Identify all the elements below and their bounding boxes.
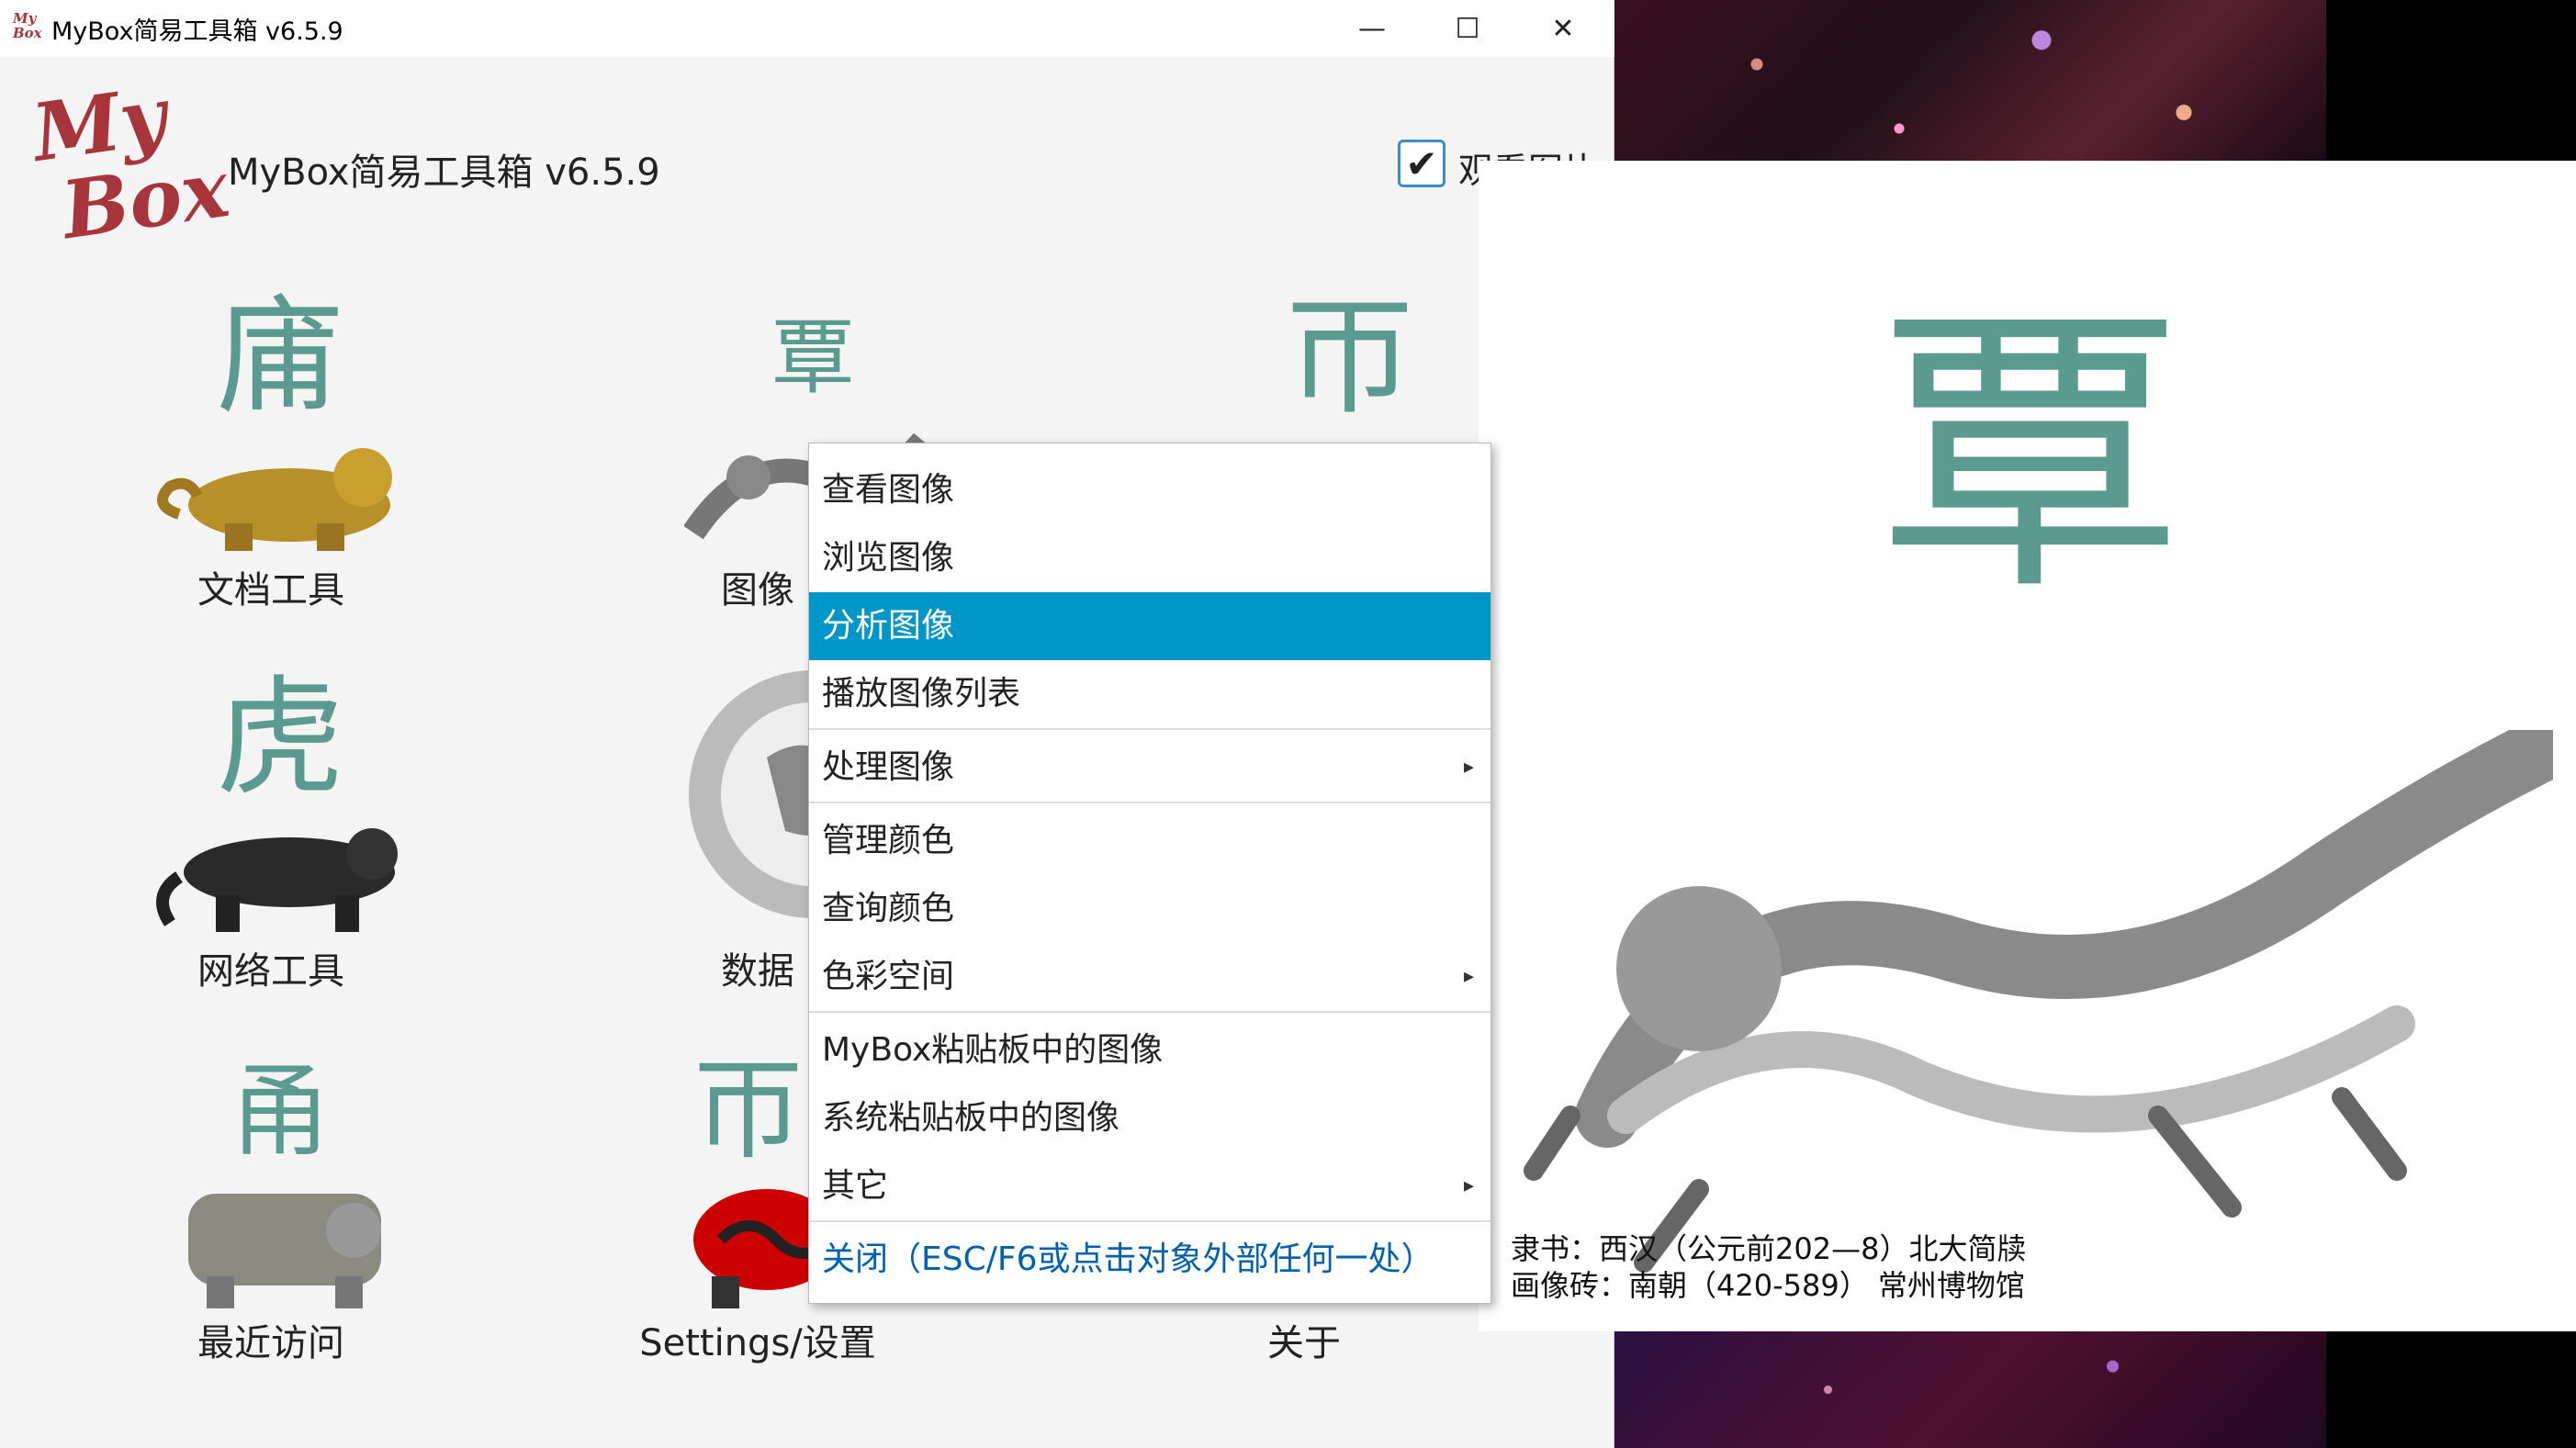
menu-item-label: 查询颜色: [822, 890, 955, 927]
tile-glyph: 覃: [771, 309, 854, 406]
menu-item-close[interactable]: 关闭（ESC/F6或点击对象外部任何一处）: [809, 1226, 1490, 1294]
tile-glyph: 甬: [230, 1052, 331, 1170]
close-button[interactable]: ✕: [1515, 0, 1611, 57]
menu-item-browse-image[interactable]: 浏览图像: [809, 524, 1490, 592]
menu-item-query-colors[interactable]: 查询颜色: [809, 875, 1490, 943]
menu-item-label: 处理图像: [822, 748, 955, 786]
menu-item-manage-colors[interactable]: 管理颜色: [809, 807, 1490, 875]
menu-item-play-image-list[interactable]: 播放图像列表: [809, 660, 1490, 728]
stone-beast-icon: [188, 1194, 381, 1308]
tile-label: Settings/设置: [639, 1322, 876, 1364]
menu-item-label: MyBox粘贴板中的图像: [822, 1031, 1164, 1069]
desktop-background-top: [1614, 0, 2326, 161]
menu-item-label: 系统粘贴板中的图像: [822, 1099, 1120, 1137]
image-preview-popup: 覃 隶书：西汉（公元前202—8）北大简牍 画像砖：南朝（420-589） 常州…: [1479, 161, 2576, 1331]
tile-label: 最近访问: [197, 1322, 344, 1364]
menu-separator: [809, 728, 1490, 730]
maximize-icon: ☐: [1455, 12, 1480, 45]
tile-network-tools[interactable]: 虎 网络工具: [115, 657, 427, 1024]
tile-glyph: 帀: [693, 1047, 804, 1174]
menu-item-label: 分析图像: [822, 607, 955, 645]
preview-caption-brick: 画像砖：南朝（420-589） 常州博物馆: [1511, 1268, 2025, 1303]
menu-item-label: 浏览图像: [822, 539, 955, 577]
menu-item-label: 管理颜色: [822, 822, 955, 859]
chevron-right-icon: ▸: [1463, 965, 1474, 988]
header-title: MyBox简易工具箱 v6.5.9: [228, 152, 660, 194]
menu-item-process-image[interactable]: 处理图像 ▸: [809, 734, 1490, 802]
menu-separator: [809, 1220, 1490, 1222]
tile-glyph: 庯: [215, 283, 344, 432]
image-context-menu: 查看图像 浏览图像 分析图像 播放图像列表 处理图像 ▸ 管理颜色 查询颜色 色彩…: [808, 443, 1491, 1304]
menu-item-color-space[interactable]: 色彩空间 ▸: [809, 943, 1490, 1011]
tile-label: 关于: [1267, 1322, 1341, 1364]
tile-label: 网络工具: [197, 950, 344, 993]
tile-label: 文档工具: [197, 569, 344, 612]
menu-item-label: 播放图像列表: [822, 675, 1021, 713]
tiger-dark-icon: [156, 828, 398, 932]
menu-separator: [809, 1011, 1490, 1013]
tiger-bronze-icon: [157, 448, 392, 551]
menu-item-label: 查看图像: [822, 471, 955, 509]
check-icon: ✔: [1405, 140, 1438, 186]
app-icon-text-2: Box: [13, 25, 42, 41]
menu-item-label: 其它: [822, 1167, 889, 1205]
tile-glyph: 虎: [215, 664, 344, 814]
tile-recent-visits[interactable]: 甬 最近访问: [115, 1028, 427, 1396]
preview-glyph: 覃: [1878, 278, 2181, 631]
app-icon: My Box: [13, 11, 46, 44]
chevron-right-icon: ▸: [1463, 756, 1474, 779]
menu-item-label: 色彩空间: [822, 958, 955, 995]
menu-item-system-clipboard-images[interactable]: 系统粘贴板中的图像: [809, 1084, 1490, 1152]
show-image-checkbox[interactable]: ✔: [1398, 140, 1445, 187]
maximize-button[interactable]: ☐: [1420, 0, 1515, 57]
menu-separator: [809, 802, 1490, 803]
brand-logo: My Box: [27, 69, 235, 258]
close-icon: ✕: [1551, 12, 1575, 45]
menu-item-mybox-clipboard-images[interactable]: MyBox粘贴板中的图像: [809, 1016, 1490, 1084]
window-title: MyBox简易工具箱 v6.5.9: [51, 17, 343, 46]
minimize-icon: —: [1358, 12, 1386, 45]
title-bar[interactable]: My Box MyBox简易工具箱 v6.5.9 — ☐ ✕: [0, 0, 1614, 57]
menu-item-analyse-image[interactable]: 分析图像: [809, 592, 1490, 660]
tile-glyph: 帀: [1285, 283, 1414, 432]
menu-item-others[interactable]: 其它 ▸: [809, 1152, 1490, 1220]
menu-item-view-image[interactable]: 查看图像: [809, 456, 1490, 524]
brand-logo-line-2: Box: [56, 141, 235, 258]
tile-document-tools[interactable]: 庯 文档工具: [115, 275, 427, 643]
chevron-right-icon: ▸: [1463, 1174, 1474, 1197]
minimize-button[interactable]: —: [1324, 0, 1420, 57]
menu-item-label: 关闭（ESC/F6或点击对象外部任何一处）: [822, 1240, 1434, 1278]
